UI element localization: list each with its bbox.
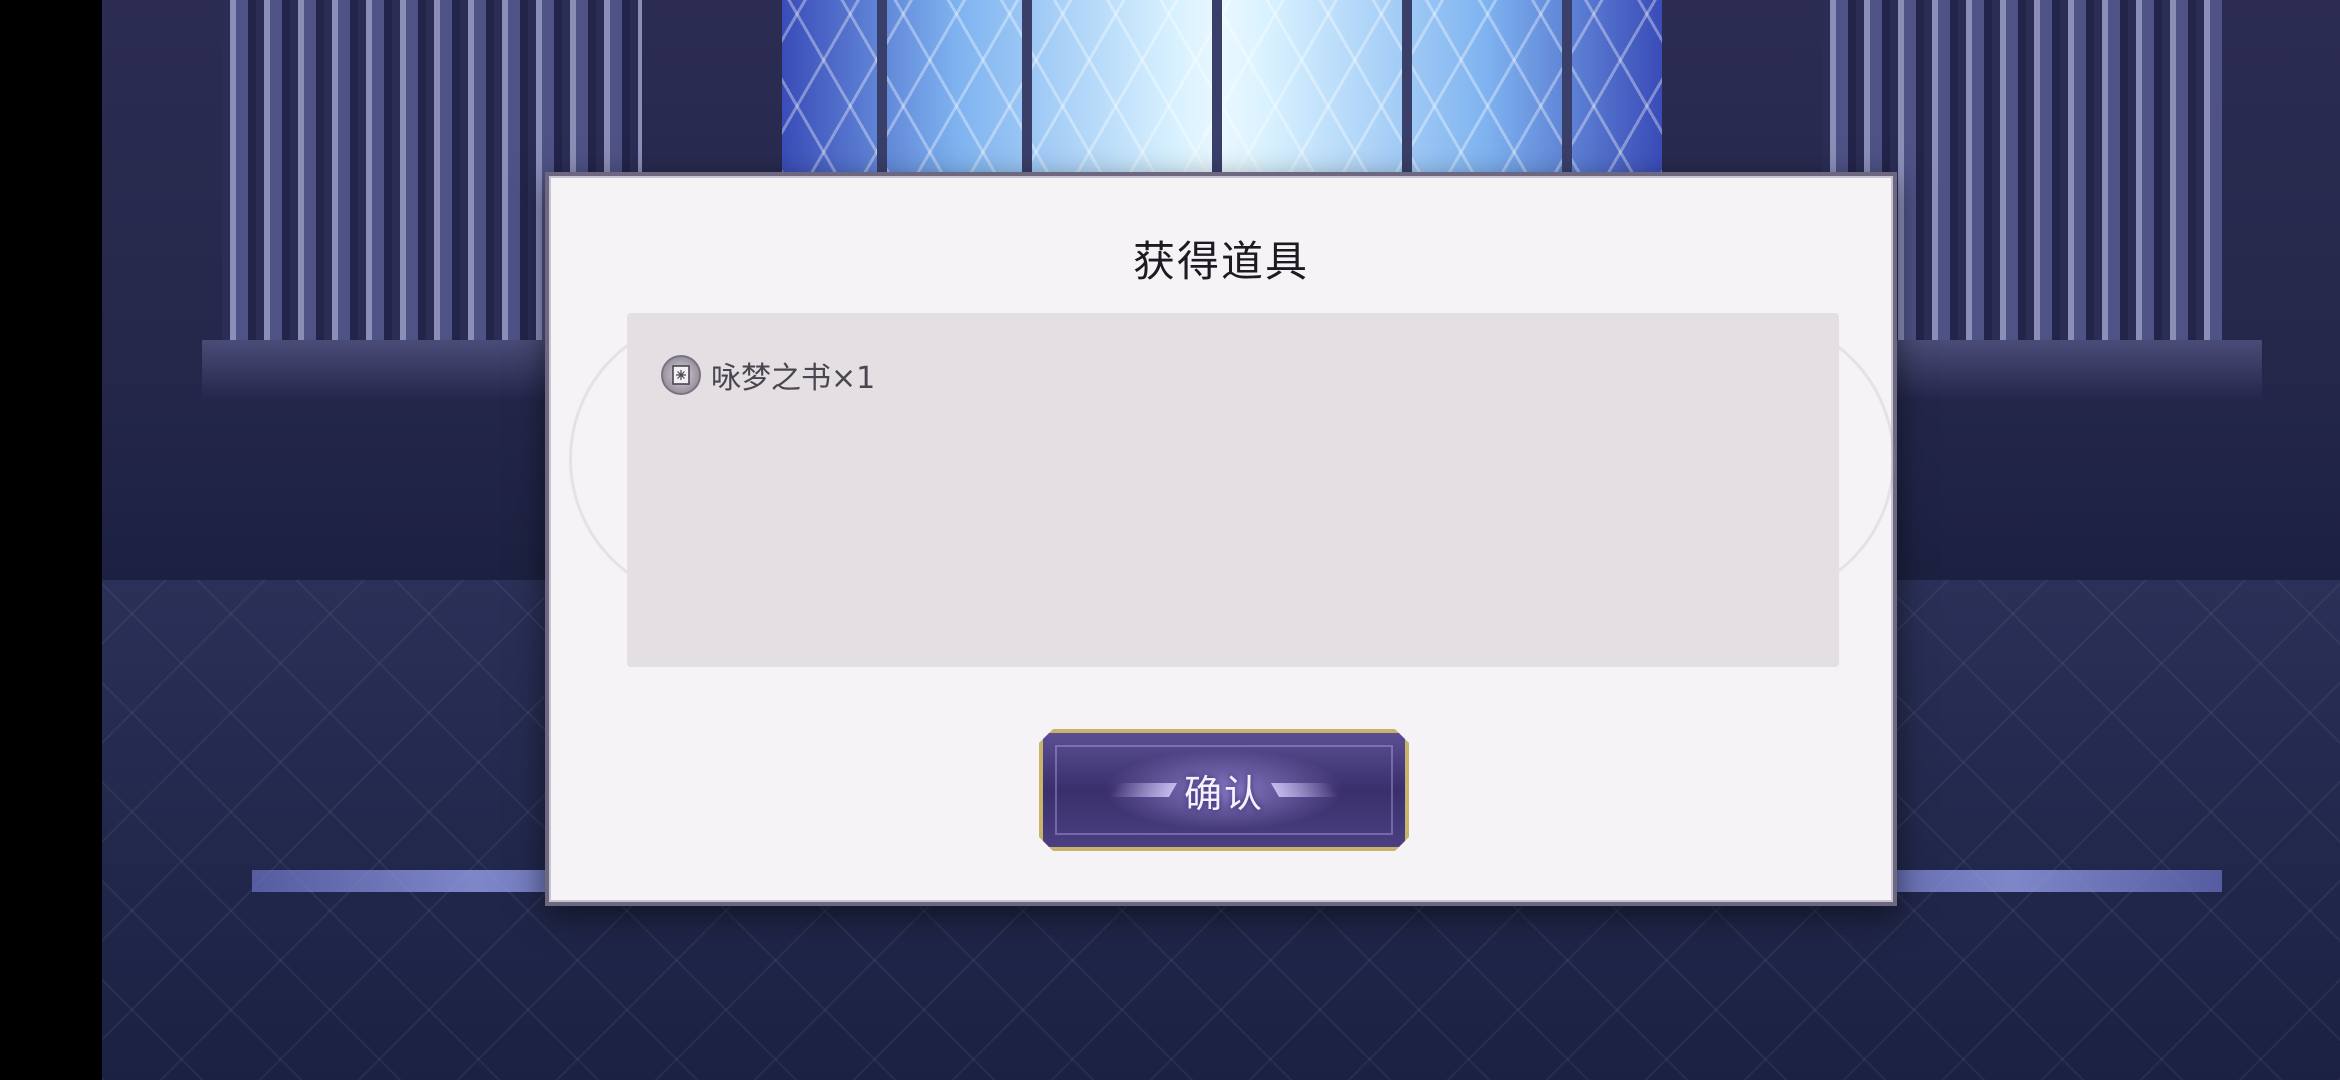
stained-glass-window (782, 0, 1662, 175)
reward-item-label: 咏梦之书×1 (711, 353, 875, 397)
reward-item: 咏梦之书×1 (661, 353, 875, 397)
screen-notch-bar (0, 0, 102, 1080)
dialog-title: 获得道具 (1132, 237, 1309, 286)
reward-item-count: ×1 (831, 361, 876, 396)
confirm-button[interactable]: 确认 (1039, 729, 1409, 851)
button-ornament-right (1271, 783, 1339, 797)
confirm-button-label: 确认 (1183, 771, 1264, 816)
book-icon (661, 355, 701, 395)
item-obtained-dialog: 获得道具 咏梦之书×1 确认 (545, 172, 1897, 906)
reward-list-panel: 咏梦之书×1 (627, 313, 1839, 667)
button-ornament-left (1109, 783, 1177, 797)
reward-item-name: 咏梦之书 (711, 361, 831, 396)
